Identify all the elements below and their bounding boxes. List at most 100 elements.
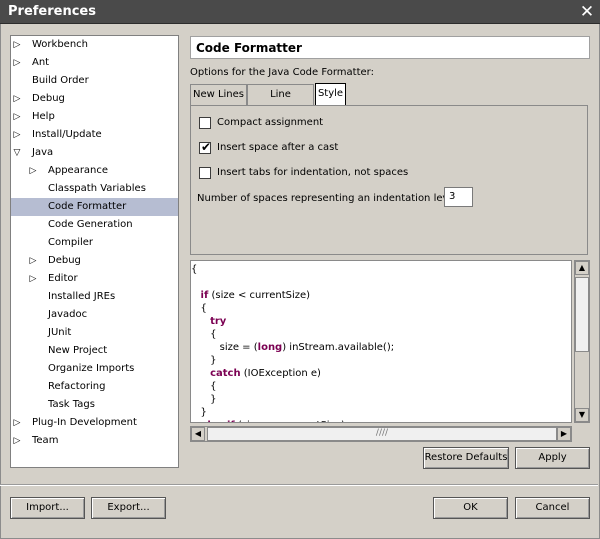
code-line: try [191,315,226,328]
tree-item[interactable]: ▷ Install/Update [11,126,178,144]
tabs-indentation-checkbox[interactable] [199,167,211,179]
code-text: (IOException e) [240,368,321,379]
tree-item[interactable]: Installed JREs [11,288,178,306]
check-icon: ✔ [200,140,212,154]
code-text: (size == currentSize) [235,420,345,422]
collapsed-arrow-icon[interactable]: ▷ [28,252,38,270]
collapsed-arrow-icon[interactable]: ▷ [28,162,38,180]
close-icon[interactable]: ✕ [578,3,596,21]
code-line: } [191,406,207,419]
code-text: size = ( [191,342,258,353]
tabs-indentation-label: Insert tabs for indentation, not spaces [217,167,409,178]
preference-tree[interactable]: ▷ Workbench ▷ Ant Build Order ▷ Debug ▷ Help ▷ Ins… [10,35,179,468]
tree-item-label: Help [32,111,55,122]
space-after-cast-label: Insert space after a cast [217,142,339,153]
horizontal-scroll-thumb[interactable]: //// [207,427,557,441]
compact-assignment-checkbox[interactable] [199,117,211,129]
tree-item[interactable]: ▷ Plug-In Development [11,414,178,432]
tree-item[interactable]: Refactoring [11,378,178,396]
restore-defaults-button[interactable]: Restore Defaults [423,447,509,469]
collapsed-arrow-icon[interactable]: ▷ [12,54,22,72]
tree-item[interactable]: ▽ Java [11,144,178,162]
tree-item-label: New Project [48,345,108,356]
preview-horizontal-scrollbar[interactable]: ◀ //// ▶ [190,426,572,442]
tree-item[interactable]: Task Tags [11,396,178,414]
tree-item-label: Code Generation [48,219,133,230]
code-line: else if (size == currentSize) [191,419,345,422]
code-line: { [191,263,197,276]
tree-item-label: Javadoc [48,309,88,320]
code-line: catch (IOException e) [191,367,321,380]
scroll-down-icon[interactable]: ▼ [575,408,589,422]
tab-style[interactable]: Style [315,83,346,106]
cancel-button[interactable]: Cancel [515,497,590,519]
tree-item[interactable]: ▷ Editor [11,270,178,288]
tree-item-label: Classpath Variables [48,183,146,194]
code-text: { [191,329,217,340]
footer-separator [0,484,598,486]
scroll-right-icon[interactable]: ▶ [557,427,571,441]
export-button[interactable]: Export... [91,497,166,519]
tree-item[interactable]: Build Order [11,72,178,90]
collapsed-arrow-icon[interactable]: ▷ [12,108,22,126]
tree-item-label: Workbench [32,39,88,50]
tree-item[interactable]: Compiler [11,234,178,252]
code-text: (size < currentSize) [208,290,311,301]
code-line: { [191,380,216,393]
tab-line-splitting[interactable]: Line Splitting [247,84,314,120]
tree-item-label: JUnit [48,327,72,338]
scroll-left-icon[interactable]: ◀ [191,427,205,441]
tree-item[interactable]: ▷ Help [11,108,178,126]
code-preview: { if (size < currentSize) { try { size =… [190,260,572,423]
expanded-arrow-icon[interactable]: ▽ [12,144,22,162]
tree-item-label: Debug [48,255,81,266]
tree-item[interactable]: ▷ Workbench [11,36,178,54]
page-title: Code Formatter [196,41,302,55]
collapsed-arrow-icon[interactable]: ▷ [12,36,22,54]
collapsed-arrow-icon[interactable]: ▷ [12,90,22,108]
tree-item-label: Team [32,435,59,446]
tree-item-label: Install/Update [32,129,102,140]
tree-item[interactable]: Classpath Variables [11,180,178,198]
collapsed-arrow-icon[interactable]: ▷ [12,126,22,144]
code-line: } [191,354,216,367]
tree-item[interactable]: ▷ Debug [11,90,178,108]
tab-new-lines[interactable]: New Lines [190,84,247,106]
code-line: { [191,328,216,341]
tree-item[interactable]: Javadoc [11,306,178,324]
tree-item[interactable]: ▷ Team [11,432,178,450]
tree-item-label: Organize Imports [48,363,135,374]
tree-item[interactable]: ▷ Appearance [11,162,178,180]
collapsed-arrow-icon[interactable]: ▷ [28,270,38,288]
code-keyword: catch [210,368,241,379]
preview-vertical-scrollbar[interactable]: ▲ ▼ [574,260,590,423]
tree-item[interactable]: JUnit [11,324,178,342]
ok-button[interactable]: OK [433,497,508,519]
tree-item[interactable]: Code Generation [11,216,178,234]
collapsed-arrow-icon[interactable]: ▷ [12,432,22,450]
vertical-scroll-thumb[interactable] [575,277,589,352]
tree-item[interactable]: ▷ Debug [11,252,178,270]
scroll-up-icon[interactable]: ▲ [575,261,589,275]
code-keyword: long [257,342,283,353]
tree-item[interactable]: New Project [11,342,178,360]
tree-item[interactable]: Code Formatter [11,198,178,216]
collapsed-arrow-icon[interactable]: ▷ [12,414,22,432]
tree-item-label: Code Formatter [48,201,127,212]
tree-item[interactable]: ▷ Ant [11,54,178,72]
compact-assignment-label: Compact assignment [217,117,324,128]
style-tab-panel: Compact assignment ✔ Insert space after … [190,105,588,255]
code-keyword: try [210,316,227,327]
apply-button[interactable]: Apply [515,447,590,469]
tree-item[interactable]: Organize Imports [11,360,178,378]
code-line: { [191,302,207,315]
page-header: Code Formatter [190,36,590,59]
space-after-cast-checkbox[interactable]: ✔ [199,140,212,154]
tree-item-label: Appearance [48,165,109,176]
tree-item-label: Editor [48,273,78,284]
tree-item-label: Build Order [32,75,89,86]
indentation-spaces-input[interactable]: 3 [444,187,473,207]
import-button[interactable]: Import... [10,497,85,519]
